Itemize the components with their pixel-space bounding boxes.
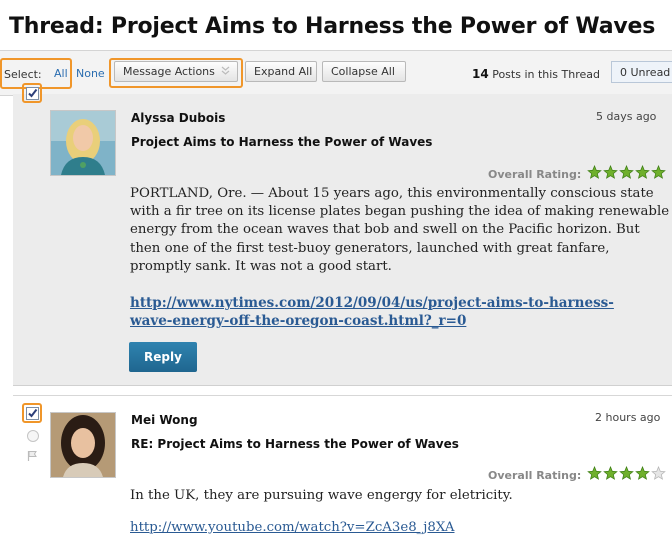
post-item: Alyssa Dubois 5 days ago Project Aims to… <box>13 83 672 386</box>
article-link-line[interactable]: wave-energy-off-the-oregon-coast.html?_r… <box>130 312 614 330</box>
post-count-number: 14 <box>472 67 489 81</box>
reply-button[interactable]: Reply <box>129 342 197 372</box>
star-filled-icon[interactable] <box>635 466 650 481</box>
post-body-line: then one of the first test-buoy generato… <box>130 240 610 256</box>
post-count: 14 Posts in this Thread <box>472 67 600 81</box>
star-filled-icon[interactable] <box>603 466 618 481</box>
message-actions-label: Message Actions <box>123 65 215 78</box>
post-body: In the UK, they are pursuing wave engerg… <box>130 487 672 505</box>
post-body-line: with a fir tree on its license plates be… <box>130 204 670 220</box>
rating-label: Overall Rating: <box>488 469 582 482</box>
rating-label: Overall Rating: <box>488 168 582 181</box>
video-link-line[interactable]: http://www.youtube.com/watch?v=ZcA3e8_j8… <box>130 519 454 537</box>
avatar <box>50 110 116 176</box>
post-checkbox[interactable] <box>26 87 39 100</box>
select-label: Select: <box>4 68 42 81</box>
article-link[interactable]: http://www.nytimes.com/2012/09/04/us/pro… <box>130 294 614 330</box>
article-link-line[interactable]: http://www.nytimes.com/2012/09/04/us/pro… <box>130 294 614 312</box>
post-body-line: PORTLAND, Ore. — About 15 years ago, thi… <box>130 186 654 201</box>
thread-title: Thread: Project Aims to Harness the Powe… <box>9 14 656 39</box>
collapse-all-button[interactable]: Collapse All <box>322 61 406 82</box>
star-filled-icon[interactable] <box>619 466 634 481</box>
post-time: 2 hours ago <box>595 411 661 424</box>
star-filled-icon[interactable] <box>587 466 602 481</box>
checkmark-icon <box>28 408 38 418</box>
post-checkbox[interactable] <box>26 407 39 420</box>
flag-icon[interactable] <box>27 447 38 466</box>
expand-all-button[interactable]: Expand All <box>245 61 317 82</box>
rating-stars[interactable] <box>587 165 667 180</box>
post-count-label: Posts in this Thread <box>492 68 601 81</box>
post-body-line: energy from the ocean waves that bob and… <box>130 222 640 238</box>
rating-stars[interactable] <box>587 466 667 481</box>
post-author[interactable]: Alyssa Dubois <box>131 111 225 125</box>
star-filled-icon[interactable] <box>603 165 618 180</box>
post-time: 5 days ago <box>596 110 657 123</box>
select-none-link[interactable]: None <box>76 67 105 80</box>
star-empty-icon[interactable] <box>651 466 666 481</box>
post-body-line: In the UK, they are pursuing wave engerg… <box>130 488 513 503</box>
chevron-down-icon <box>221 65 230 78</box>
post-item: Mei Wong 2 hours ago RE: Project Aims to… <box>13 395 672 535</box>
video-link[interactable]: http://www.youtube.com/watch?v=ZcA3e8_j8… <box>130 519 454 537</box>
thread-toolbar: Select: All None Message Actions Expand … <box>0 50 672 96</box>
star-filled-icon[interactable] <box>635 165 650 180</box>
star-filled-icon[interactable] <box>651 165 666 180</box>
unread-button[interactable]: 0 Unread <box>611 61 672 83</box>
post-subject: RE: Project Aims to Harness the Power of… <box>131 437 459 451</box>
star-filled-icon[interactable] <box>619 165 634 180</box>
select-all-link[interactable]: All <box>54 67 68 80</box>
post-author[interactable]: Mei Wong <box>131 413 198 427</box>
post-subject: Project Aims to Harness the Power of Wav… <box>131 135 433 149</box>
post-body-line: promptly sank. It was not a good start. <box>130 258 392 274</box>
avatar <box>50 412 116 478</box>
star-filled-icon[interactable] <box>587 165 602 180</box>
message-actions-button[interactable]: Message Actions <box>114 61 238 82</box>
mark-read-radio[interactable] <box>27 430 39 442</box>
post-body: PORTLAND, Ore. — About 15 years ago, thi… <box>130 185 672 276</box>
checkmark-icon <box>28 88 38 98</box>
